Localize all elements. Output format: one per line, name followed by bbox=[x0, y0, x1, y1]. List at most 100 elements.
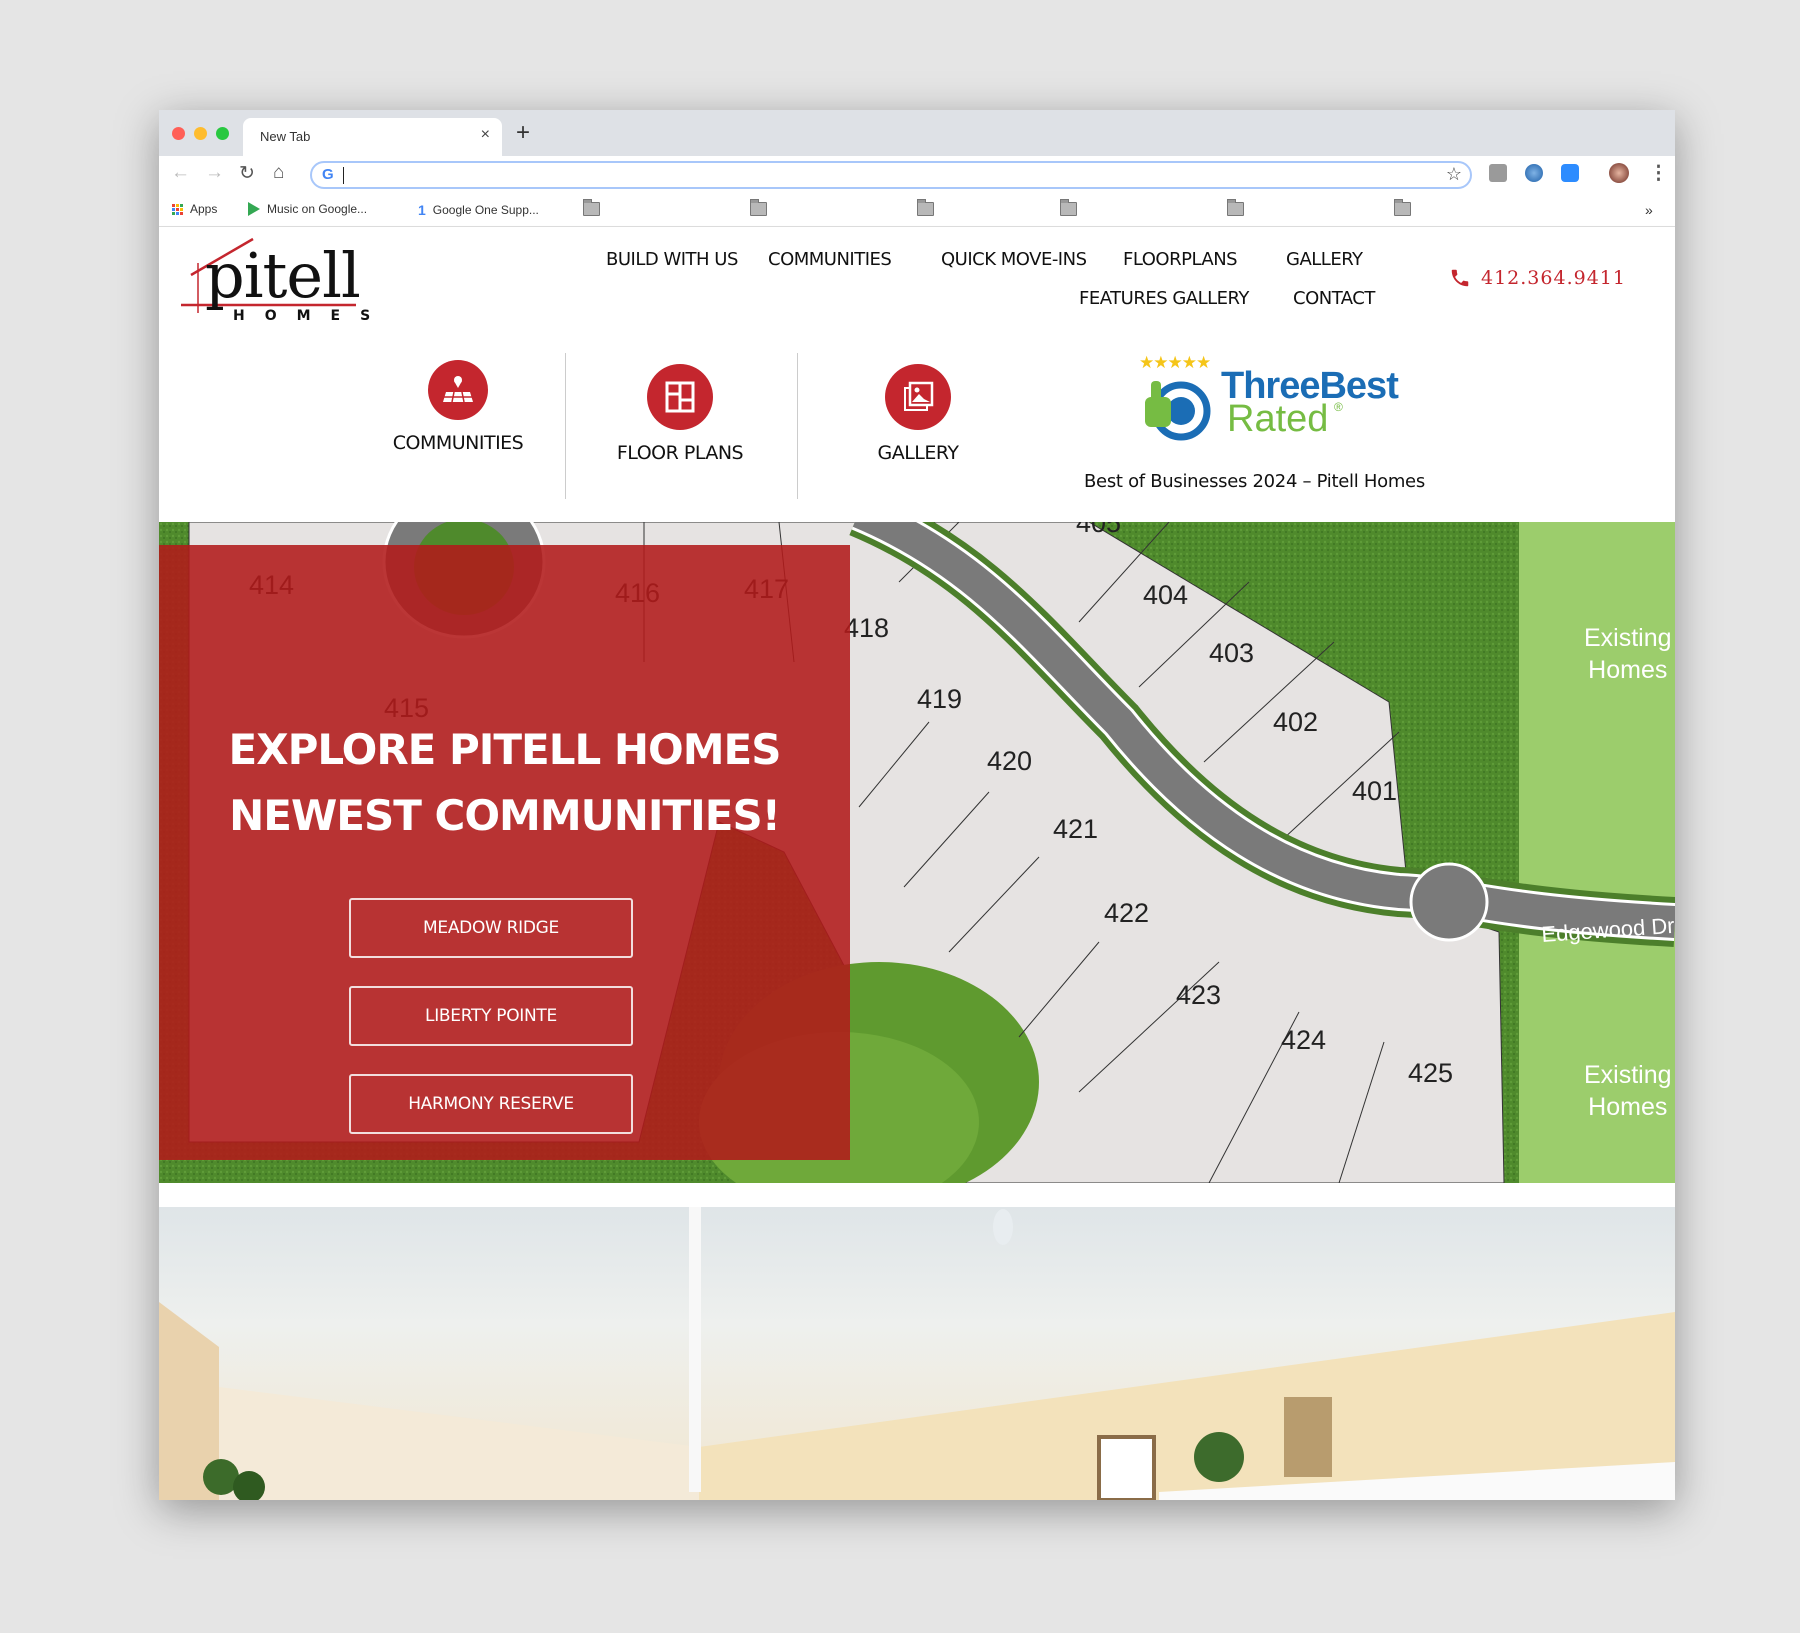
hero-title: EXPLORE PITELL HOMES NEWEST COMMUNITIES! bbox=[159, 717, 850, 849]
rating-stars-icon: ★★★★★ bbox=[1139, 353, 1211, 372]
window-controls bbox=[172, 127, 229, 140]
nav-quick-move-ins[interactable]: QUICK MOVE-INS bbox=[941, 249, 1087, 270]
phone-link[interactable]: 412.364.9411 bbox=[1449, 267, 1626, 289]
play-store-icon bbox=[248, 202, 260, 216]
browser-toolbar: ← → ↻ ⌂ G ☆ ⋮ bbox=[159, 156, 1675, 194]
close-tab-icon[interactable]: × bbox=[481, 126, 490, 144]
bookmark-folder[interactable] bbox=[583, 199, 600, 216]
nav-contact[interactable]: CONTACT bbox=[1293, 288, 1375, 309]
tab-new-tab[interactable]: New Tab × bbox=[243, 118, 502, 156]
quick-link-label: COMMUNITIES bbox=[392, 432, 524, 454]
lot-401[interactable]: 401 bbox=[1352, 776, 1397, 806]
meadow-ridge-button[interactable]: MEADOW RIDGE bbox=[349, 898, 633, 958]
pitell-homes-logo[interactable]: pitell HOMES bbox=[181, 233, 370, 328]
lot-423[interactable]: 423 bbox=[1176, 980, 1221, 1010]
google-g-icon: G bbox=[322, 166, 334, 183]
logo-subtitle: HOMES bbox=[233, 308, 391, 324]
new-tab-button[interactable]: + bbox=[516, 119, 530, 147]
map-pin-icon bbox=[428, 360, 488, 420]
bookmarks-overflow-button[interactable]: » bbox=[1645, 202, 1653, 218]
divider bbox=[565, 353, 566, 499]
folder-icon bbox=[1394, 199, 1411, 216]
phone-icon bbox=[1451, 269, 1469, 287]
quick-link-communities[interactable]: COMMUNITIES bbox=[358, 360, 558, 454]
nav-floorplans[interactable]: FLOORPLANS bbox=[1123, 249, 1238, 270]
lot-403[interactable]: 403 bbox=[1209, 638, 1254, 668]
lot-402[interactable]: 402 bbox=[1273, 707, 1318, 737]
liberty-pointe-button[interactable]: LIBERTY POINTE bbox=[349, 986, 633, 1046]
lot-420[interactable]: 420 bbox=[987, 746, 1032, 776]
lot-404[interactable]: 404 bbox=[1143, 580, 1188, 610]
lot-421[interactable]: 421 bbox=[1053, 814, 1098, 844]
forward-arrow-icon[interactable]: → bbox=[205, 162, 224, 184]
floor-plan-icon bbox=[647, 364, 713, 430]
back-arrow-icon[interactable]: ← bbox=[171, 162, 190, 184]
camera-icon[interactable] bbox=[1489, 164, 1507, 182]
registered-mark: ® bbox=[1334, 400, 1343, 414]
site-header: pitell HOMES BUILD WITH US COMMUNITIES Q… bbox=[159, 227, 1675, 333]
thumbs-up-icon bbox=[1145, 381, 1211, 441]
quick-link-floor-plans[interactable]: FLOOR PLANS bbox=[580, 364, 780, 464]
hero-title-line1: EXPLORE PITELL HOMES bbox=[228, 725, 782, 774]
home-icon[interactable]: ⌂ bbox=[273, 162, 284, 184]
folder-icon bbox=[750, 199, 767, 216]
google-one-icon: 1 bbox=[418, 202, 426, 218]
lot-424[interactable]: 424 bbox=[1281, 1025, 1326, 1055]
bookmark-folder[interactable] bbox=[750, 199, 767, 216]
bookmark-music[interactable]: Music on Google... bbox=[248, 202, 367, 216]
bookmark-folder[interactable] bbox=[1060, 199, 1077, 216]
folder-icon bbox=[917, 199, 934, 216]
quick-link-gallery[interactable]: GALLERY bbox=[818, 364, 1018, 464]
divider bbox=[797, 353, 798, 499]
reload-icon[interactable]: ↻ bbox=[239, 162, 255, 185]
nav-gallery[interactable]: GALLERY bbox=[1286, 249, 1363, 270]
maximize-window-button[interactable] bbox=[216, 127, 229, 140]
zoom-icon[interactable] bbox=[1561, 164, 1579, 182]
menu-kebab-icon[interactable]: ⋮ bbox=[1649, 162, 1668, 185]
lot-418[interactable]: 418 bbox=[844, 613, 889, 643]
folder-icon bbox=[583, 199, 600, 216]
folder-icon bbox=[1060, 199, 1077, 216]
folder-icon bbox=[1227, 199, 1244, 216]
badge-rated: Rated bbox=[1227, 398, 1329, 440]
bookmark-folder[interactable] bbox=[917, 199, 934, 216]
profile-avatar[interactable] bbox=[1609, 163, 1629, 183]
close-window-button[interactable] bbox=[172, 127, 185, 140]
logo-word: pitell bbox=[205, 239, 361, 312]
lot-422[interactable]: 422 bbox=[1104, 898, 1149, 928]
lot-419[interactable]: 419 bbox=[917, 684, 962, 714]
bookmarks-bar: Apps Music on Google... 1 Google One Sup… bbox=[159, 194, 1675, 227]
lot-425[interactable]: 425 bbox=[1408, 1058, 1453, 1088]
tab-bar: New Tab × + bbox=[159, 110, 1675, 156]
harmony-reserve-button[interactable]: HARMONY RESERVE bbox=[349, 1074, 633, 1134]
text-caret bbox=[343, 167, 344, 184]
quick-links-section: COMMUNITIES FLOOR PLANS GALLERY ★★★★★ Th… bbox=[159, 333, 1675, 519]
nav-communities[interactable]: COMMUNITIES bbox=[768, 249, 892, 270]
cul-de-sac bbox=[1409, 862, 1489, 942]
interior-photo bbox=[159, 1207, 1675, 1500]
hero-cta-panel: EXPLORE PITELL HOMES NEWEST COMMUNITIES!… bbox=[159, 545, 850, 1160]
gallery-icon bbox=[885, 364, 951, 430]
address-bar[interactable]: G ☆ bbox=[310, 161, 1472, 189]
bookmark-folder[interactable] bbox=[1394, 199, 1411, 216]
phone-number: 412.364.9411 bbox=[1481, 267, 1626, 289]
hero-site-map: 414 415 416 417 418 405 404 403 402 401 … bbox=[159, 522, 1675, 1183]
browser-window: New Tab × + ← → ↻ ⌂ G ☆ ⋮ Apps Music on … bbox=[159, 110, 1675, 1500]
globe-icon[interactable] bbox=[1525, 164, 1543, 182]
badge-caption: Best of Businesses 2024 – Pitell Homes bbox=[1084, 471, 1425, 492]
apps-grid-icon bbox=[172, 203, 183, 215]
quick-link-label: GALLERY bbox=[877, 442, 960, 464]
bookmark-star-icon[interactable]: ☆ bbox=[1446, 164, 1462, 185]
bookmark-folder[interactable] bbox=[1227, 199, 1244, 216]
existing-homes-label: Existing Homes bbox=[1584, 1061, 1672, 1121]
bookmark-apps[interactable]: Apps bbox=[172, 202, 217, 216]
minimize-window-button[interactable] bbox=[194, 127, 207, 140]
bookmark-label: Music on Google... bbox=[267, 202, 368, 216]
interior-photo-image bbox=[159, 1207, 1675, 1500]
nav-features-gallery[interactable]: FEATURES GALLERY bbox=[1079, 288, 1249, 309]
existing-homes-label: Existing Homes bbox=[1584, 624, 1672, 684]
bookmark-google-one[interactable]: 1 Google One Supp... bbox=[418, 202, 539, 218]
nav-build-with-us[interactable]: BUILD WITH US bbox=[606, 249, 738, 270]
lot-405[interactable]: 405 bbox=[1076, 522, 1121, 538]
bookmark-label: Apps bbox=[190, 202, 218, 216]
